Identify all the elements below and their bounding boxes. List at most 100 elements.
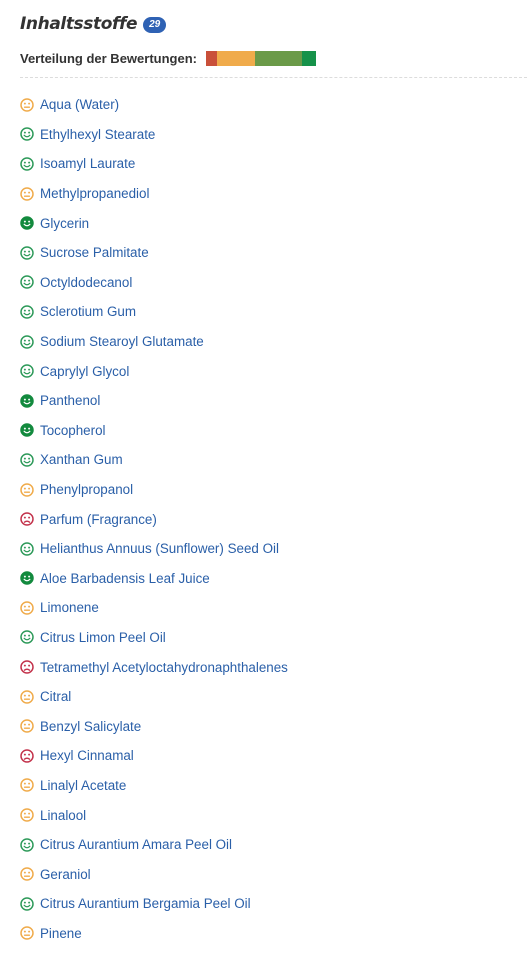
ingredient-link[interactable]: Tetramethyl Acetyloctahydronaphthalenes: [40, 660, 288, 675]
smiley-face-filled-icon: [20, 216, 34, 230]
rating-distribution-bar: [205, 51, 316, 66]
ingredient-link[interactable]: Panthenol: [40, 393, 100, 408]
ingredient-link[interactable]: Phenylpropanol: [40, 482, 133, 497]
ingredient-item: Xanthan Gum: [20, 445, 288, 475]
smiley-face-filled-icon: [20, 423, 34, 438]
ingredient-item: Citrus Aurantium Bergamia Peel Oil: [20, 889, 288, 919]
ingredient-link[interactable]: Citrus Limon Peel Oil: [40, 630, 166, 645]
smiley-face-icon: [20, 453, 34, 467]
ingredient-link[interactable]: Hexyl Cinnamal: [40, 748, 134, 763]
ingredient-link[interactable]: Aloe Barbadensis Leaf Juice: [40, 571, 210, 586]
ingredient-item: Helianthus Annuus (Sunflower) Seed Oil: [20, 534, 288, 564]
ingredient-link[interactable]: Citral: [40, 689, 71, 704]
ingredient-link[interactable]: Geraniol: [40, 867, 91, 882]
smiley-face-icon: [20, 630, 34, 645]
ingredient-link[interactable]: Sucrose Palmitate: [40, 245, 149, 260]
ingredient-link[interactable]: Xanthan Gum: [40, 452, 123, 467]
ingredient-link[interactable]: Linalool: [40, 808, 86, 823]
ingredient-item: Hexyl Cinnamal: [20, 741, 288, 771]
ingredient-item: Octyldodecanol: [20, 268, 288, 298]
ingredient-item: Citral: [20, 682, 288, 712]
neutral-face-icon: [20, 482, 34, 497]
neutral-face-icon: [20, 689, 34, 704]
smiley-face-icon: [20, 334, 34, 349]
ingredient-item: Caprylyl Glycol: [20, 356, 288, 386]
rating-segment-good: [255, 51, 302, 66]
sad-face-icon: [20, 660, 34, 674]
sad-face-icon: [20, 512, 34, 526]
ingredient-item: Panthenol: [20, 386, 288, 416]
ingredient-link[interactable]: Ethylhexyl Stearate: [40, 127, 155, 142]
ingredient-item: Sclerotium Gum: [20, 297, 288, 327]
neutral-face-icon: [20, 601, 34, 615]
ingredient-item: Pinene: [20, 919, 288, 949]
smiley-face-icon: [20, 541, 34, 556]
ingredient-item: Linalyl Acetate: [20, 771, 288, 801]
ingredient-item: Geraniol: [20, 859, 288, 889]
ingredient-link[interactable]: Pinene: [40, 926, 82, 941]
ingredient-link[interactable]: Helianthus Annuus (Sunflower) Seed Oil: [40, 541, 279, 556]
ingredient-item: Phenylpropanol: [20, 475, 288, 505]
ingredient-link[interactable]: Benzyl Salicylate: [40, 719, 141, 734]
ingredient-item: Aqua (Water): [20, 90, 288, 120]
ingredient-link[interactable]: Methylpropanediol: [40, 186, 149, 201]
ingredient-link[interactable]: Sodium Stearoyl Glutamate: [40, 334, 204, 349]
rating-distribution: Verteilung der Bewertungen:: [20, 51, 316, 66]
section-title: Inhaltsstoffe: [20, 14, 138, 34]
ingredient-link[interactable]: Aqua (Water): [40, 97, 119, 112]
ingredient-item: Tetramethyl Acetyloctahydronaphthalenes: [20, 652, 288, 682]
ingredient-count-badge: 29: [143, 16, 167, 33]
neutral-face-icon: [20, 778, 34, 793]
smiley-face-icon: [20, 897, 34, 911]
rating-segment-neutral: [216, 51, 256, 66]
smiley-face-filled-icon: [20, 393, 34, 408]
divider: [20, 77, 527, 78]
neutral-face-icon: [20, 719, 34, 734]
smiley-face-icon: [20, 837, 34, 852]
ingredient-item: Citrus Limon Peel Oil: [20, 623, 288, 653]
neutral-face-icon: [20, 808, 34, 822]
ingredient-item: Linalool: [20, 800, 288, 830]
ingredient-item: Tocopherol: [20, 416, 288, 446]
ingredient-link[interactable]: Isoamyl Laurate: [40, 156, 135, 171]
neutral-face-icon: [20, 98, 34, 112]
ingredients-panel: Inhaltsstoffe 29 Verteilung der Bewertun…: [0, 0, 527, 958]
smiley-face-filled-icon: [20, 571, 34, 586]
ingredient-link[interactable]: Glycerin: [40, 216, 89, 231]
ingredient-item: Parfum (Fragrance): [20, 504, 288, 534]
ingredient-item: Limonene: [20, 593, 288, 623]
ingredient-link[interactable]: Parfum (Fragrance): [40, 512, 157, 527]
smiley-face-icon: [20, 127, 34, 142]
rating-segment-bad: [205, 51, 217, 66]
ingredient-link[interactable]: Octyldodecanol: [40, 275, 132, 290]
ingredient-item: Aloe Barbadensis Leaf Juice: [20, 564, 288, 594]
ingredients-header: Inhaltsstoffe 29: [20, 14, 167, 34]
ingredient-link[interactable]: Citrus Aurantium Bergamia Peel Oil: [40, 896, 251, 911]
ingredient-item: Ethylhexyl Stearate: [20, 120, 288, 150]
ingredient-item: Benzyl Salicylate: [20, 711, 288, 741]
sad-face-icon: [20, 749, 34, 763]
ingredient-link[interactable]: Caprylyl Glycol: [40, 364, 129, 379]
ingredient-link[interactable]: Citrus Aurantium Amara Peel Oil: [40, 837, 232, 852]
ingredient-link[interactable]: Linalyl Acetate: [40, 778, 126, 793]
smiley-face-icon: [20, 305, 34, 319]
smiley-face-icon: [20, 275, 34, 290]
rating-distribution-label: Verteilung der Bewertungen:: [20, 51, 197, 66]
rating-segment-very-good: [301, 51, 316, 66]
ingredient-link[interactable]: Limonene: [40, 600, 99, 615]
ingredient-link[interactable]: Tocopherol: [40, 423, 106, 438]
ingredient-item: Methylpropanediol: [20, 179, 288, 209]
neutral-face-icon: [20, 867, 34, 881]
neutral-face-icon: [20, 186, 34, 201]
ingredient-item: Sodium Stearoyl Glutamate: [20, 327, 288, 357]
smiley-face-icon: [20, 364, 34, 378]
smiley-face-icon: [20, 246, 34, 260]
ingredient-link[interactable]: Sclerotium Gum: [40, 304, 136, 319]
neutral-face-icon: [20, 926, 34, 941]
ingredient-item: Isoamyl Laurate: [20, 149, 288, 179]
ingredient-item: Sucrose Palmitate: [20, 238, 288, 268]
ingredient-item: Glycerin: [20, 208, 288, 238]
ingredient-item: Citrus Aurantium Amara Peel Oil: [20, 830, 288, 860]
ingredient-list: Aqua (Water) Ethylhexyl Stearate Isoamyl L…: [20, 90, 288, 948]
smiley-face-icon: [20, 157, 34, 171]
